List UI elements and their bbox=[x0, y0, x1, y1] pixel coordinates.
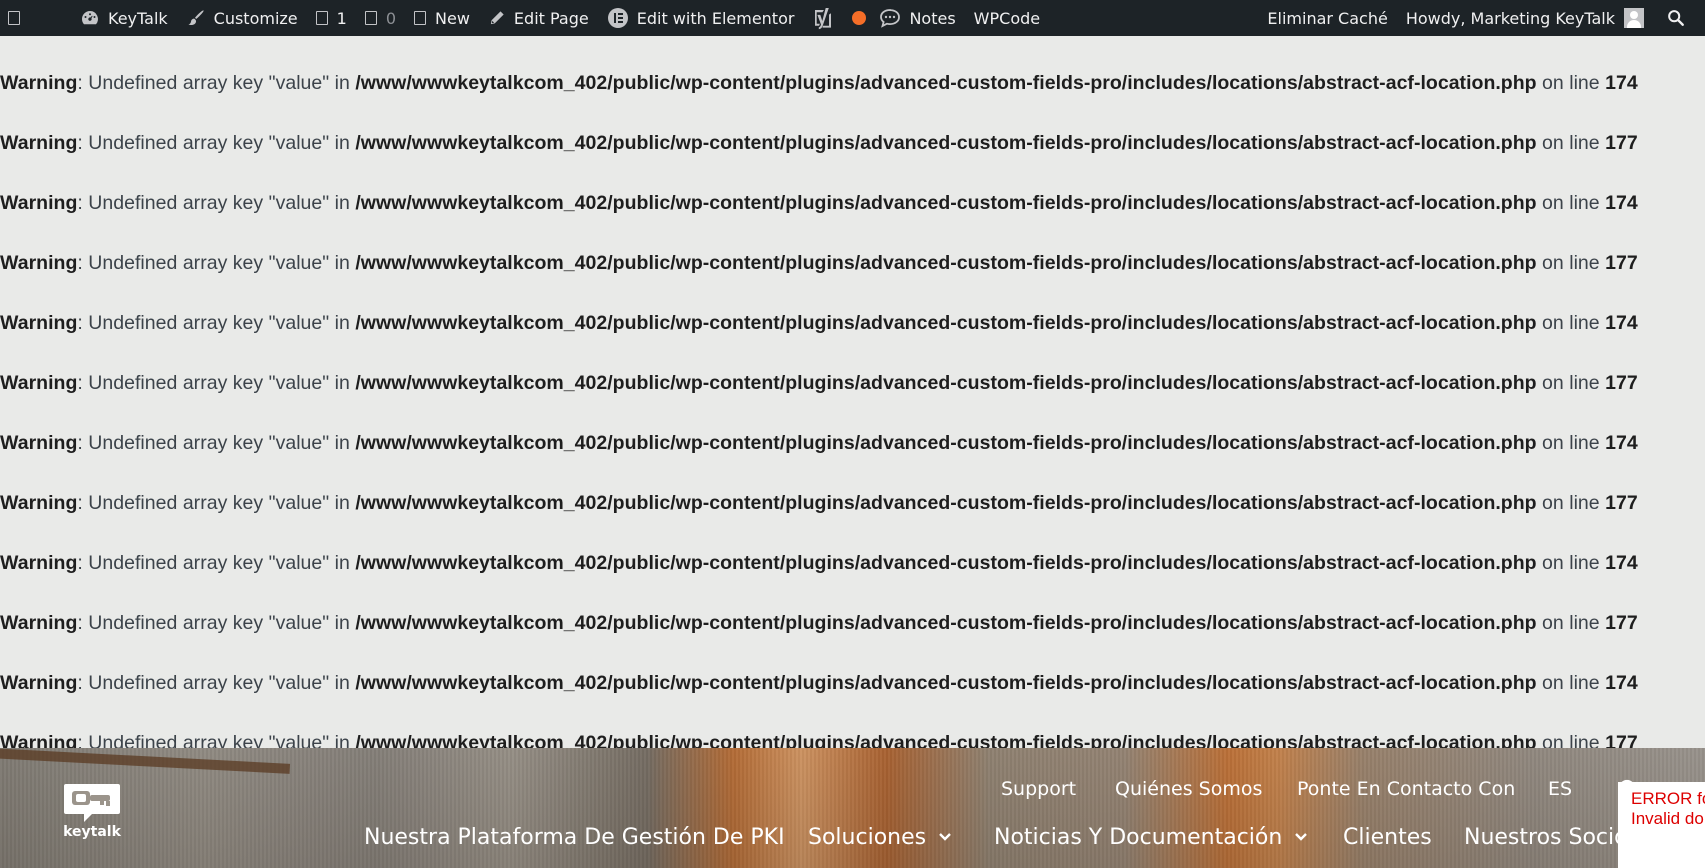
error-line: Invalid do bbox=[1631, 809, 1704, 828]
nav-plataforma-label: Nuestra Plataforma De Gestión De PKI bbox=[364, 824, 785, 850]
avatar bbox=[1624, 8, 1644, 28]
nav-soluciones-label: Soluciones bbox=[808, 824, 927, 850]
site-name-label: KeyTalk bbox=[108, 8, 168, 28]
wp-logo-menu[interactable] bbox=[0, 0, 38, 36]
php-warnings-list: Warning: Undefined array key "value" in … bbox=[0, 36, 1705, 748]
php-warning: Warning: Undefined array key "value" in … bbox=[0, 372, 1638, 394]
nav-plataforma-pki[interactable]: Nuestra Plataforma De Gestión De PKI bbox=[364, 822, 785, 852]
paintbrush-icon bbox=[188, 10, 204, 26]
comments-count: 0 bbox=[385, 8, 397, 28]
updates-icon bbox=[315, 11, 328, 25]
notes-label: Notes bbox=[909, 8, 956, 28]
wordpress-icon bbox=[8, 11, 20, 25]
keytalk-logo[interactable]: keytalk bbox=[62, 782, 122, 842]
howdy-label: Howdy, Marketing KeyTalk bbox=[1405, 8, 1615, 28]
customize-button[interactable]: Customize bbox=[177, 0, 307, 36]
nav-clientes[interactable]: Clientes bbox=[1343, 822, 1432, 852]
php-warning: Warning: Undefined array key "value" in … bbox=[0, 72, 1638, 94]
php-warning: Warning: Undefined array key "value" in … bbox=[0, 552, 1638, 574]
admin-bar-left: KeyTalk Customize 1 0 New Edit Page Edit… bbox=[0, 0, 1049, 36]
keytalk-logo-icon bbox=[64, 784, 120, 822]
php-warning: Warning: Undefined array key "value" in … bbox=[0, 192, 1638, 214]
nav-noticias-label: Noticias Y Documentación bbox=[994, 824, 1283, 850]
edit-elementor-label: Edit with Elementor bbox=[636, 8, 795, 28]
nav-soluciones[interactable]: Soluciones bbox=[808, 822, 952, 852]
logo-wordmark: keytalk bbox=[63, 824, 121, 840]
comments-button[interactable]: 0 bbox=[356, 0, 405, 36]
php-warning: Warning: Undefined array key "value" in … bbox=[0, 132, 1638, 154]
chevron-down-icon bbox=[1295, 833, 1308, 841]
speech-bubble-icon bbox=[880, 9, 901, 28]
site-name-menu[interactable]: KeyTalk bbox=[38, 0, 177, 36]
nav-support[interactable]: Support bbox=[1001, 778, 1076, 804]
yoast-seo-menu[interactable] bbox=[803, 0, 870, 36]
yoast-icon bbox=[815, 8, 832, 30]
comments-icon bbox=[364, 11, 377, 25]
php-warning: Warning: Undefined array key "value" in … bbox=[0, 492, 1638, 514]
admin-search-button[interactable] bbox=[1653, 0, 1705, 36]
my-account-menu[interactable]: Howdy, Marketing KeyTalk bbox=[1397, 0, 1653, 36]
customize-label: Customize bbox=[213, 8, 298, 28]
php-warning: Warning: Undefined array key "value" in … bbox=[0, 612, 1638, 634]
edit-page-label: Edit Page bbox=[513, 8, 589, 28]
language-switcher[interactable]: ES bbox=[1548, 778, 1572, 804]
elementor-icon bbox=[607, 8, 628, 28]
nav-socios[interactable]: Nuestros Socios bbox=[1464, 822, 1624, 852]
php-warning: Warning: Undefined array key "value" in … bbox=[0, 432, 1638, 454]
dashboard-icon bbox=[82, 11, 98, 25]
new-label: New bbox=[435, 8, 470, 28]
php-warning: Warning: Undefined array key "value" in … bbox=[0, 252, 1638, 274]
wpcode-label: WPCode bbox=[973, 8, 1041, 28]
seo-status-dot bbox=[852, 11, 867, 25]
clear-cache-label: Eliminar Caché bbox=[1267, 8, 1388, 28]
chevron-down-icon bbox=[939, 833, 951, 841]
pencil-icon bbox=[490, 11, 504, 25]
edit-with-elementor-button[interactable]: Edit with Elementor bbox=[598, 0, 804, 36]
edit-page-button[interactable]: Edit Page bbox=[479, 0, 598, 36]
wpcode-menu[interactable]: WPCode bbox=[965, 0, 1049, 36]
php-warning: Warning: Undefined array key "value" in … bbox=[0, 672, 1638, 694]
php-warning: Warning: Undefined array key "value" in … bbox=[0, 312, 1638, 334]
nav-noticias[interactable]: Noticias Y Documentación bbox=[994, 822, 1308, 852]
recaptcha-error-box: ERROR fo Invalid do bbox=[1618, 782, 1705, 868]
updates-button[interactable]: 1 bbox=[307, 0, 356, 36]
error-line: ERROR fo bbox=[1631, 789, 1705, 808]
updates-count: 1 bbox=[336, 8, 347, 28]
admin-bar-right: Eliminar Caché Howdy, Marketing KeyTalk bbox=[1258, 0, 1705, 36]
wp-admin-bar: KeyTalk Customize 1 0 New Edit Page Edit… bbox=[0, 0, 1705, 36]
nav-quienes-somos[interactable]: Quiénes Somos bbox=[1115, 778, 1262, 804]
new-content-button[interactable]: New bbox=[405, 0, 479, 36]
nav-contacto[interactable]: Ponte En Contacto Con bbox=[1297, 778, 1515, 804]
clear-cache-button[interactable]: Eliminar Caché bbox=[1258, 0, 1396, 36]
nav-socios-label: Nuestros Socios bbox=[1464, 824, 1624, 850]
php-warning: Warning: Undefined array key "value" in … bbox=[0, 732, 1638, 748]
search-icon bbox=[1668, 10, 1684, 26]
plus-icon bbox=[414, 11, 427, 25]
nav-clientes-label: Clientes bbox=[1343, 824, 1432, 850]
notes-button[interactable]: Notes bbox=[870, 0, 964, 36]
